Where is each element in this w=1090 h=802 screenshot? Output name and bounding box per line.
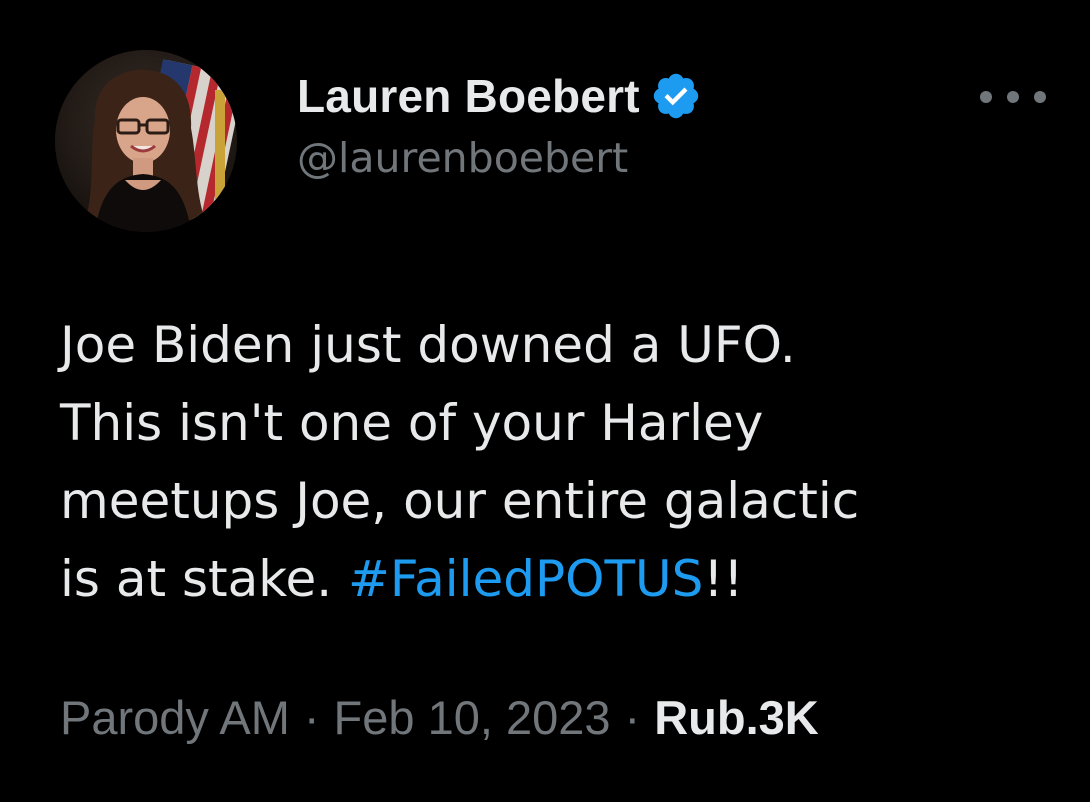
tweet-card: Lauren Boebert @laurenboebert Joe Biden … <box>0 0 1090 802</box>
name-row: Lauren Boebert <box>297 64 702 128</box>
avatar[interactable] <box>55 50 237 232</box>
tweet-text-line: This isn't one of your Harley <box>60 394 764 452</box>
more-horizontal-icon[interactable] <box>980 82 1046 112</box>
author-block: Lauren Boebert @laurenboebert <box>297 64 702 182</box>
tweet-date[interactable]: Feb 10, 2023 <box>334 690 611 745</box>
view-count[interactable]: Rub.3K <box>654 690 819 745</box>
tweet-text-line: meetups Joe, our entire galactic <box>60 472 860 530</box>
hashtag-link[interactable]: #FailedPOTUS <box>348 550 703 608</box>
dot-icon <box>1034 91 1046 103</box>
tweet-text-line: is at stake. #FailedPOTUS!! <box>60 540 1060 618</box>
tweet-text-suffix: !! <box>703 550 744 608</box>
user-handle[interactable]: @laurenboebert <box>297 134 702 182</box>
tweet-meta: Parody AM · Feb 10, 2023 · Rub.3K <box>60 690 819 745</box>
display-name[interactable]: Lauren Boebert <box>297 69 640 123</box>
tweet-text: Joe Biden just downed a UFO. This isn't … <box>60 306 1060 618</box>
dot-icon <box>980 91 992 103</box>
avatar-photo <box>55 50 237 232</box>
meta-separator: · <box>624 691 641 744</box>
verified-badge-icon[interactable] <box>650 70 702 122</box>
tweet-source[interactable]: Parody AM <box>60 690 290 745</box>
tweet-text-line: Joe Biden just downed a UFO. <box>60 316 796 374</box>
tweet-text-fragment: is at stake. <box>60 550 348 608</box>
meta-separator: · <box>303 691 320 744</box>
dot-icon <box>1007 91 1019 103</box>
